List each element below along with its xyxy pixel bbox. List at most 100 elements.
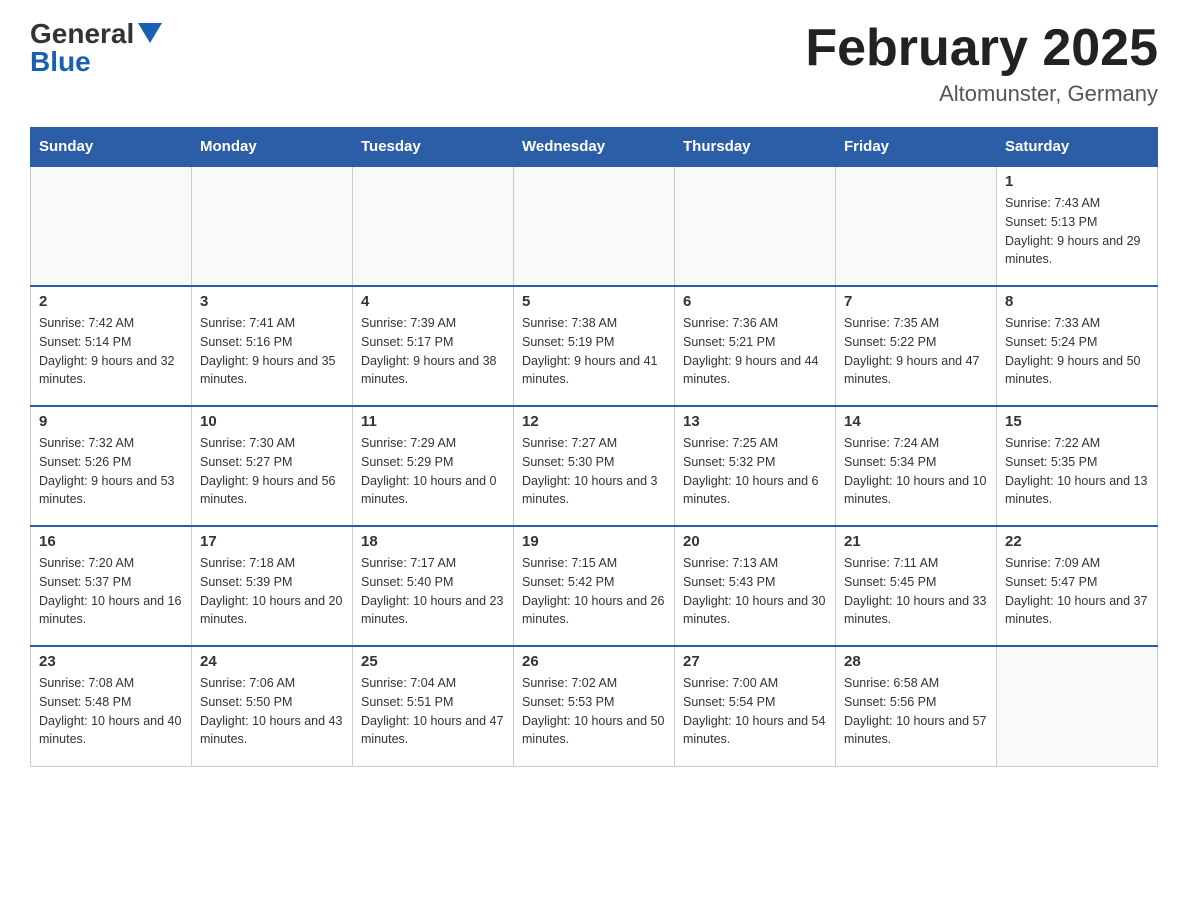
day-number: 26: [522, 653, 666, 670]
calendar-cell: 4 Sunrise: 7:39 AM Sunset: 5:17 PM Daylig…: [353, 286, 514, 406]
calendar-cell: 19Sunrise: 7:15 AM Sunset: 5:42 PM Dayli…: [514, 526, 675, 646]
calendar-cell: 6 Sunrise: 7:36 AM Sunset: 5:21 PM Daylig…: [675, 286, 836, 406]
calendar-cell: 22 Sunrise: 7:09 AM Sunset: 5:47 PM Dayli…: [997, 526, 1158, 646]
day-number: 16: [39, 533, 183, 550]
calendar-title: February 2025: [805, 20, 1158, 77]
calendar-cell: 26 Sunrise: 7:02 AM Sunset: 5:53 PM Dayli…: [514, 646, 675, 766]
logo-triangle-icon: [138, 23, 162, 43]
calendar-cell: 28 Sunrise: 6:58 AM Sunset: 5:56 PM Dayli…: [836, 646, 997, 766]
day-info: Sunrise: 7:18 AM Sunset: 5:39 PM Dayligh…: [200, 554, 344, 629]
day-number: 4: [361, 293, 505, 310]
calendar-cell: 13 Sunrise: 7:25 AM Sunset: 5:32 PM Dayli…: [675, 406, 836, 526]
day-number: 15: [1005, 413, 1149, 430]
day-number: 11: [361, 413, 505, 430]
calendar-cell: 15 Sunrise: 7:22 AM Sunset: 5:35 PM Dayli…: [997, 406, 1158, 526]
weekday-header-saturday: Saturday: [997, 128, 1158, 167]
title-block: February 2025 Altomunster, Germany: [805, 20, 1158, 107]
day-number: 14: [844, 413, 988, 430]
calendar-cell: 21 Sunrise: 7:11 AM Sunset: 5:45 PM Dayli…: [836, 526, 997, 646]
calendar-cell: [997, 646, 1158, 766]
calendar-cell: 14Sunrise: 7:24 AM Sunset: 5:34 PM Dayli…: [836, 406, 997, 526]
calendar-cell: [514, 166, 675, 286]
day-number: 3: [200, 293, 344, 310]
calendar-cell: 2 Sunrise: 7:42 AM Sunset: 5:14 PM Daylig…: [31, 286, 192, 406]
day-info: Sunrise: 7:41 AM Sunset: 5:16 PM Dayligh…: [200, 314, 344, 389]
day-info: Sunrise: 7:09 AM Sunset: 5:47 PM Dayligh…: [1005, 554, 1149, 629]
day-number: 12: [522, 413, 666, 430]
day-info: Sunrise: 7:04 AM Sunset: 5:51 PM Dayligh…: [361, 674, 505, 749]
logo-blue: Blue: [30, 48, 91, 76]
day-number: 1: [1005, 173, 1149, 190]
calendar-cell: 7 Sunrise: 7:35 AM Sunset: 5:22 PM Daylig…: [836, 286, 997, 406]
day-number: 22: [1005, 533, 1149, 550]
day-number: 13: [683, 413, 827, 430]
day-info: Sunrise: 7:02 AM Sunset: 5:53 PM Dayligh…: [522, 674, 666, 749]
page-header: General Blue February 2025 Altomunster, …: [30, 20, 1158, 107]
calendar-cell: 17Sunrise: 7:18 AM Sunset: 5:39 PM Dayli…: [192, 526, 353, 646]
calendar-week-row: 16 Sunrise: 7:20 AM Sunset: 5:37 PM Dayli…: [31, 526, 1158, 646]
day-number: 10: [200, 413, 344, 430]
day-info: Sunrise: 7:35 AM Sunset: 5:22 PM Dayligh…: [844, 314, 988, 389]
calendar-cell: 12 Sunrise: 7:27 AM Sunset: 5:30 PM Dayli…: [514, 406, 675, 526]
calendar-body: 1 Sunrise: 7:43 AM Sunset: 5:13 PM Daylig…: [31, 166, 1158, 766]
weekday-header-friday: Friday: [836, 128, 997, 167]
day-number: 8: [1005, 293, 1149, 310]
day-info: Sunrise: 7:38 AM Sunset: 5:19 PM Dayligh…: [522, 314, 666, 389]
calendar-cell: [31, 166, 192, 286]
calendar-cell: 10 Sunrise: 7:30 AM Sunset: 5:27 PM Dayli…: [192, 406, 353, 526]
calendar-cell: 27 Sunrise: 7:00 AM Sunset: 5:54 PM Dayli…: [675, 646, 836, 766]
day-number: 6: [683, 293, 827, 310]
day-info: Sunrise: 7:22 AM Sunset: 5:35 PM Dayligh…: [1005, 434, 1149, 509]
day-number: 27: [683, 653, 827, 670]
logo-general: General: [30, 20, 134, 48]
day-number: 18: [361, 533, 505, 550]
day-number: 2: [39, 293, 183, 310]
calendar-cell: 25Sunrise: 7:04 AM Sunset: 5:51 PM Dayli…: [353, 646, 514, 766]
calendar-subtitle: Altomunster, Germany: [805, 81, 1158, 107]
calendar-cell: 24 Sunrise: 7:06 AM Sunset: 5:50 PM Dayli…: [192, 646, 353, 766]
day-info: Sunrise: 7:06 AM Sunset: 5:50 PM Dayligh…: [200, 674, 344, 749]
day-number: 21: [844, 533, 988, 550]
day-number: 24: [200, 653, 344, 670]
day-info: Sunrise: 7:27 AM Sunset: 5:30 PM Dayligh…: [522, 434, 666, 509]
day-number: 7: [844, 293, 988, 310]
day-info: Sunrise: 7:36 AM Sunset: 5:21 PM Dayligh…: [683, 314, 827, 389]
calendar-cell: 20 Sunrise: 7:13 AM Sunset: 5:43 PM Dayli…: [675, 526, 836, 646]
calendar-cell: 8 Sunrise: 7:33 AM Sunset: 5:24 PM Daylig…: [997, 286, 1158, 406]
day-info: Sunrise: 7:00 AM Sunset: 5:54 PM Dayligh…: [683, 674, 827, 749]
calendar-week-row: 23Sunrise: 7:08 AM Sunset: 5:48 PM Dayli…: [31, 646, 1158, 766]
weekday-header-row: SundayMondayTuesdayWednesdayThursdayFrid…: [31, 128, 1158, 167]
day-number: 19: [522, 533, 666, 550]
calendar-header: SundayMondayTuesdayWednesdayThursdayFrid…: [31, 128, 1158, 167]
day-number: 28: [844, 653, 988, 670]
weekday-header-sunday: Sunday: [31, 128, 192, 167]
calendar-cell: 11 Sunrise: 7:29 AM Sunset: 5:29 PM Dayli…: [353, 406, 514, 526]
weekday-header-monday: Monday: [192, 128, 353, 167]
calendar-cell: 1 Sunrise: 7:43 AM Sunset: 5:13 PM Daylig…: [997, 166, 1158, 286]
day-info: Sunrise: 6:58 AM Sunset: 5:56 PM Dayligh…: [844, 674, 988, 749]
day-number: 9: [39, 413, 183, 430]
logo: General Blue: [30, 20, 162, 76]
day-info: Sunrise: 7:42 AM Sunset: 5:14 PM Dayligh…: [39, 314, 183, 389]
day-info: Sunrise: 7:20 AM Sunset: 5:37 PM Dayligh…: [39, 554, 183, 629]
day-info: Sunrise: 7:08 AM Sunset: 5:48 PM Dayligh…: [39, 674, 183, 749]
calendar-week-row: 9Sunrise: 7:32 AM Sunset: 5:26 PM Daylig…: [31, 406, 1158, 526]
day-number: 20: [683, 533, 827, 550]
day-info: Sunrise: 7:25 AM Sunset: 5:32 PM Dayligh…: [683, 434, 827, 509]
day-info: Sunrise: 7:30 AM Sunset: 5:27 PM Dayligh…: [200, 434, 344, 509]
calendar-week-row: 1 Sunrise: 7:43 AM Sunset: 5:13 PM Daylig…: [31, 166, 1158, 286]
calendar-table: SundayMondayTuesdayWednesdayThursdayFrid…: [30, 127, 1158, 767]
day-info: Sunrise: 7:43 AM Sunset: 5:13 PM Dayligh…: [1005, 194, 1149, 269]
day-info: Sunrise: 7:39 AM Sunset: 5:17 PM Dayligh…: [361, 314, 505, 389]
calendar-cell: 18Sunrise: 7:17 AM Sunset: 5:40 PM Dayli…: [353, 526, 514, 646]
day-info: Sunrise: 7:13 AM Sunset: 5:43 PM Dayligh…: [683, 554, 827, 629]
calendar-cell: [353, 166, 514, 286]
day-number: 5: [522, 293, 666, 310]
day-info: Sunrise: 7:11 AM Sunset: 5:45 PM Dayligh…: [844, 554, 988, 629]
calendar-cell: 5 Sunrise: 7:38 AM Sunset: 5:19 PM Daylig…: [514, 286, 675, 406]
calendar-cell: [836, 166, 997, 286]
day-info: Sunrise: 7:29 AM Sunset: 5:29 PM Dayligh…: [361, 434, 505, 509]
calendar-cell: 9Sunrise: 7:32 AM Sunset: 5:26 PM Daylig…: [31, 406, 192, 526]
calendar-cell: 23Sunrise: 7:08 AM Sunset: 5:48 PM Dayli…: [31, 646, 192, 766]
day-info: Sunrise: 7:33 AM Sunset: 5:24 PM Dayligh…: [1005, 314, 1149, 389]
